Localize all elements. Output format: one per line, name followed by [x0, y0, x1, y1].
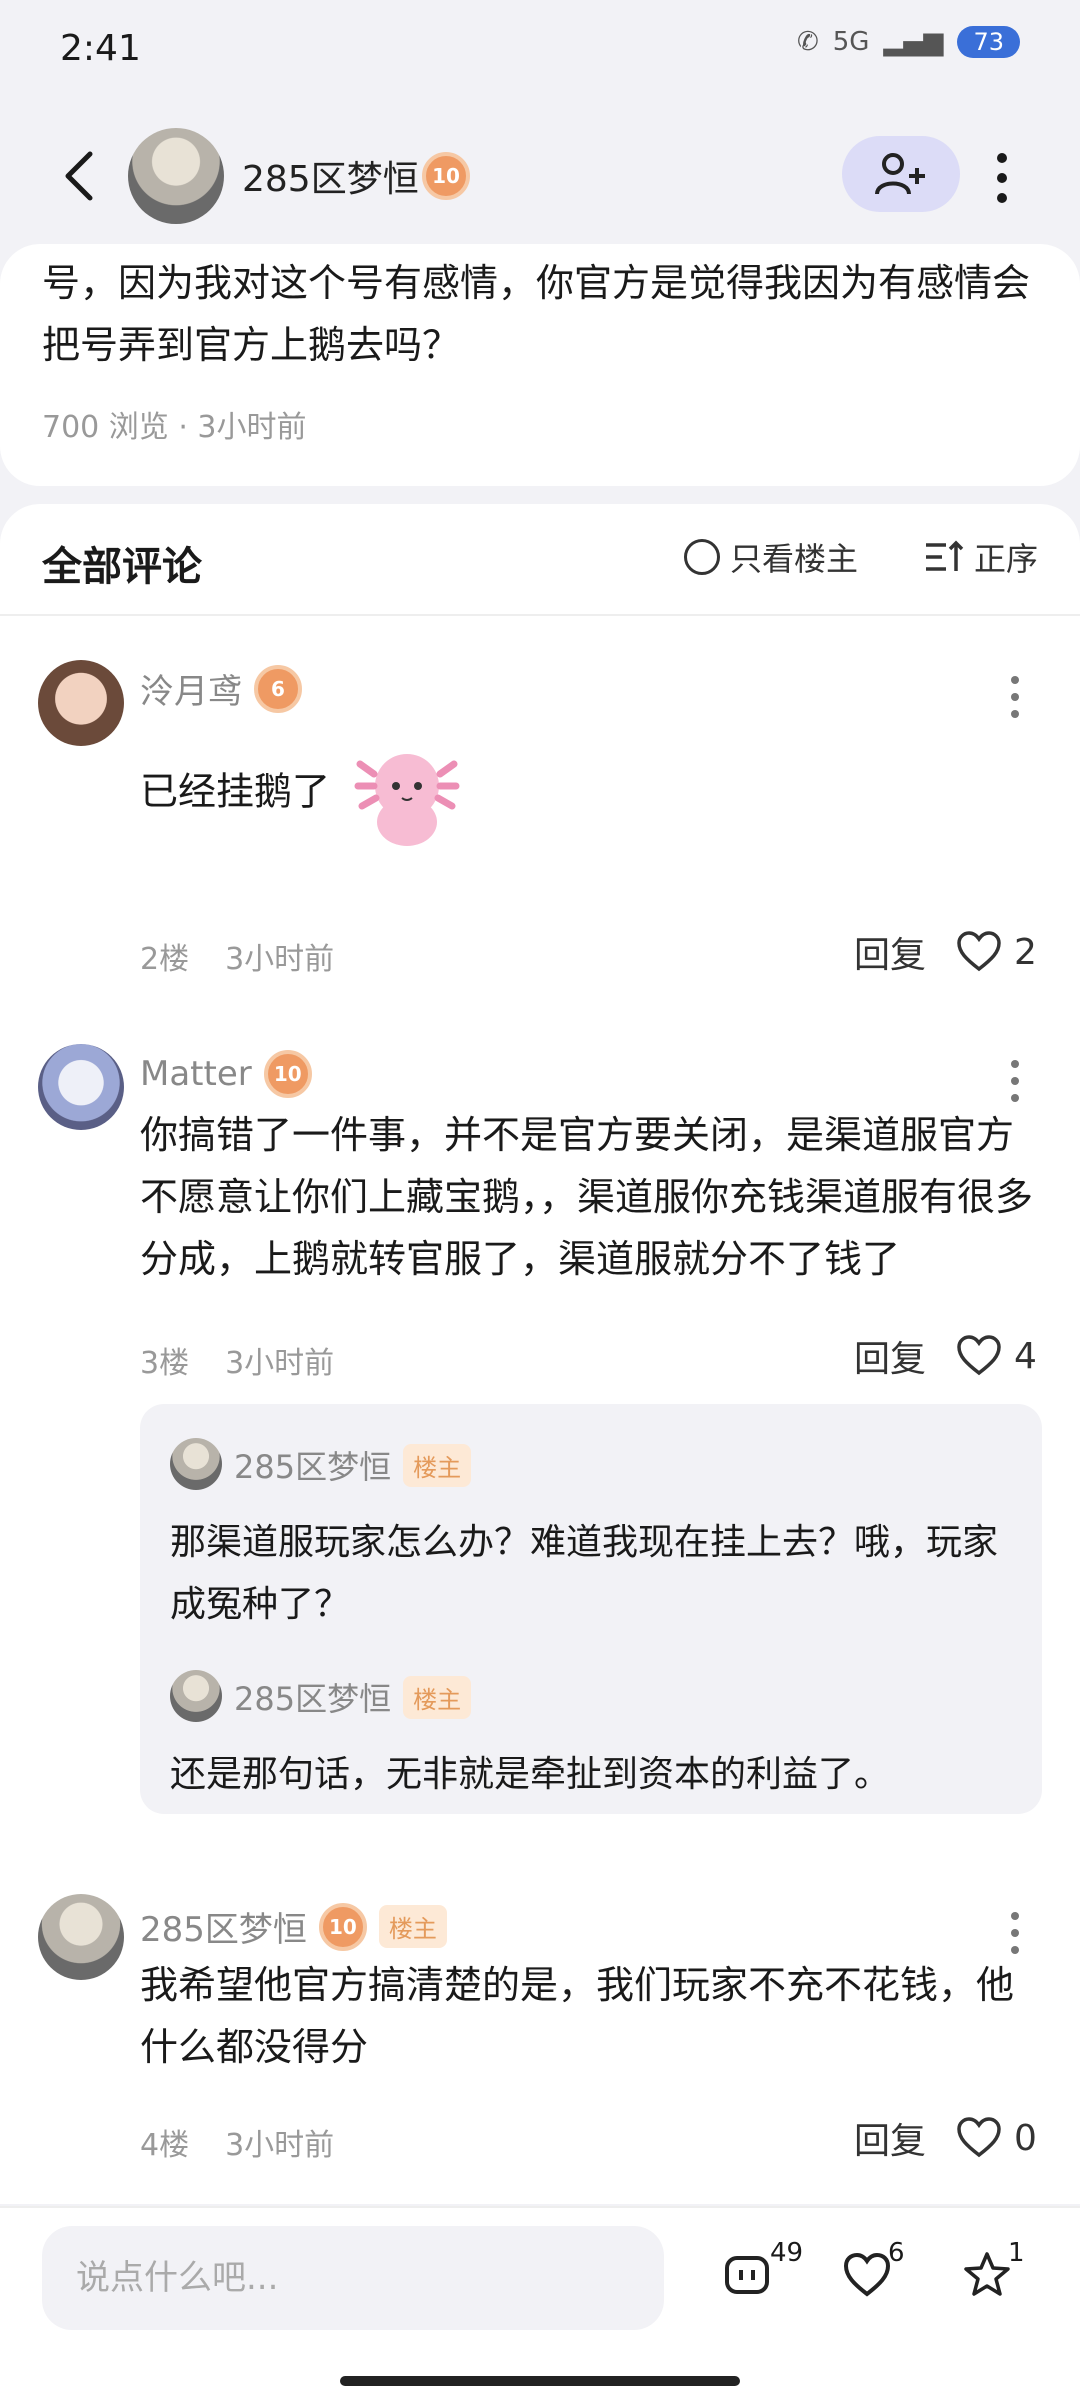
comment-actions: 回复 0	[854, 2112, 1037, 2164]
owner-only-toggle[interactable]: 只看楼主	[684, 534, 858, 580]
reply-button[interactable]: 回复	[854, 2112, 926, 2164]
sort-icon	[926, 540, 964, 571]
level-badge: 10	[422, 152, 470, 200]
comment-time: 3小时前	[225, 942, 335, 977]
more-options-icon[interactable]	[1000, 672, 1030, 722]
like-count: 0	[1014, 2117, 1037, 2159]
comment-input-box[interactable]	[42, 2226, 664, 2330]
radio-icon	[684, 539, 720, 575]
reply-text: 还是那句话，无非就是牵扯到资本的利益了。	[170, 1754, 891, 1795]
back-icon[interactable]	[56, 146, 106, 206]
favorite-icon[interactable]	[962, 2250, 1012, 2300]
like-button[interactable]: 2	[956, 931, 1037, 973]
owner-tag: 楼主	[403, 1675, 472, 1719]
like-icon[interactable]	[842, 2250, 892, 2300]
comment-time: 3小时前	[225, 2128, 335, 2163]
owner-tag: 楼主	[403, 1443, 472, 1487]
commenter-avatar[interactable]	[38, 660, 124, 746]
comments-header: 全部评论 只看楼主 正序	[0, 504, 1080, 616]
commenter-name-row: 285区梦恒 10 楼主	[140, 1902, 447, 1951]
replier-name-row: 285区梦恒 楼主	[234, 1442, 472, 1488]
author-name[interactable]: 285区梦恒	[242, 150, 419, 202]
top-bar: 285区梦恒 10	[0, 120, 1080, 230]
replier-avatar[interactable]	[170, 1670, 222, 1722]
heart-icon	[957, 2117, 1001, 2158]
reply-text: 那渠道服玩家怎么办？难道我现在挂上去？哦，玩家成冤种了？	[170, 1522, 999, 1625]
floor-number: 3楼	[140, 1346, 190, 1381]
comments-title: 全部评论	[42, 544, 202, 590]
owner-tag: 楼主	[378, 1905, 447, 1948]
status-time: 2:41	[60, 28, 141, 69]
comment-actions: 回复 4	[854, 1330, 1037, 1382]
comment-text: 你搞错了一件事，并不是官方要关闭，是渠道服官方不愿意让你们上藏宝鹅，，渠道服你充…	[140, 1113, 1034, 1281]
comment-actions: 回复 2	[854, 926, 1037, 978]
level-badge: 6	[254, 664, 302, 713]
floor-number: 2楼	[140, 942, 190, 977]
like-count: 2	[1014, 931, 1037, 973]
signal-icon: ▂▄▆	[883, 27, 944, 57]
reply-button[interactable]: 回复	[854, 926, 926, 978]
commenter-name[interactable]: 泠月鸢	[140, 664, 242, 713]
home-indicator[interactable]	[340, 2376, 740, 2386]
battery-indicator: 73	[957, 26, 1020, 58]
like-button[interactable]: 4	[956, 1335, 1037, 1377]
commenter-name-row: Matter 10	[140, 1050, 312, 1098]
heart-icon	[957, 1335, 1001, 1376]
commenter-name[interactable]: 285区梦恒	[140, 1902, 307, 1951]
comment-text: 我希望他官方搞清楚的是，我们玩家不充不花钱，他什么都没得分	[140, 1963, 1015, 2069]
more-options-icon[interactable]	[984, 150, 1020, 206]
comments-count: 49	[770, 2238, 804, 2268]
more-options-icon[interactable]	[1000, 1908, 1030, 1958]
notification-icon: ✆	[796, 27, 819, 57]
commenter-name-row: 泠月鸢 6	[140, 664, 302, 713]
comment-meta: 2楼 3小时前	[140, 934, 334, 978]
replier-name-row: 285区梦恒 楼主	[234, 1674, 472, 1720]
heart-icon	[957, 931, 1001, 972]
likes-count: 6	[888, 2238, 905, 2268]
commenter-avatar[interactable]	[38, 1044, 124, 1130]
comment-meta: 3楼 3小时前	[140, 1338, 334, 1382]
commenter-name[interactable]: Matter	[140, 1054, 252, 1094]
owner-only-label: 只看楼主	[730, 540, 859, 578]
post-text: 号，因为我对这个号有感情，你官方是觉得我因为有感情会把号弄到官方上鹅去吗？	[42, 261, 1031, 367]
floor-number: 4楼	[140, 2128, 190, 2163]
comment-meta: 4楼 3小时前	[140, 2120, 334, 2164]
replies-box: 285区梦恒 楼主 那渠道服玩家怎么办？难道我现在挂上去？哦，玩家成冤种了？ 2…	[140, 1404, 1042, 1814]
like-button[interactable]: 0	[956, 2117, 1037, 2159]
level-badge: 10	[318, 1902, 367, 1951]
network-label: 5G	[832, 27, 870, 57]
commenter-avatar[interactable]	[38, 1894, 124, 1980]
replier-avatar[interactable]	[170, 1438, 222, 1490]
post-meta: 700 浏览 · 3小时前	[42, 410, 307, 445]
comment-text: 已经挂鹅了	[140, 734, 1050, 854]
level-badge: 10	[263, 1050, 312, 1098]
status-bar: 2:41 ✆ 5G ▂▄▆ 73	[0, 0, 1080, 100]
axolotl-sticker	[354, 754, 460, 846]
author-avatar[interactable]	[128, 128, 224, 224]
like-count: 4	[1014, 1335, 1037, 1377]
replier-name[interactable]: 285区梦恒	[234, 1442, 391, 1488]
favorites-count: 1	[1008, 2238, 1025, 2268]
follow-button[interactable]	[842, 136, 960, 212]
add-user-icon	[875, 153, 925, 195]
reply-button[interactable]: 回复	[854, 1330, 926, 1382]
comment-icon[interactable]	[722, 2250, 772, 2300]
comment-time: 3小时前	[225, 1346, 335, 1381]
bottom-bar: 49 6 1	[0, 2206, 1080, 2400]
replier-name[interactable]: 285区梦恒	[234, 1674, 391, 1720]
comment-input[interactable]	[42, 2226, 664, 2330]
sort-label: 正序	[974, 540, 1039, 578]
comments-section: 全部评论 只看楼主 正序 泠月鸢 6 已经挂鹅了 2楼 3小时前 回复 2 Ma…	[0, 504, 1080, 2204]
sort-toggle[interactable]: 正序	[924, 534, 1038, 580]
more-options-icon[interactable]	[1000, 1056, 1030, 1106]
post-card: 号，因为我对这个号有感情，你官方是觉得我因为有感情会把号弄到官方上鹅去吗？ 70…	[0, 244, 1080, 486]
status-icons: ✆ 5G ▂▄▆ 73	[797, 26, 1020, 58]
